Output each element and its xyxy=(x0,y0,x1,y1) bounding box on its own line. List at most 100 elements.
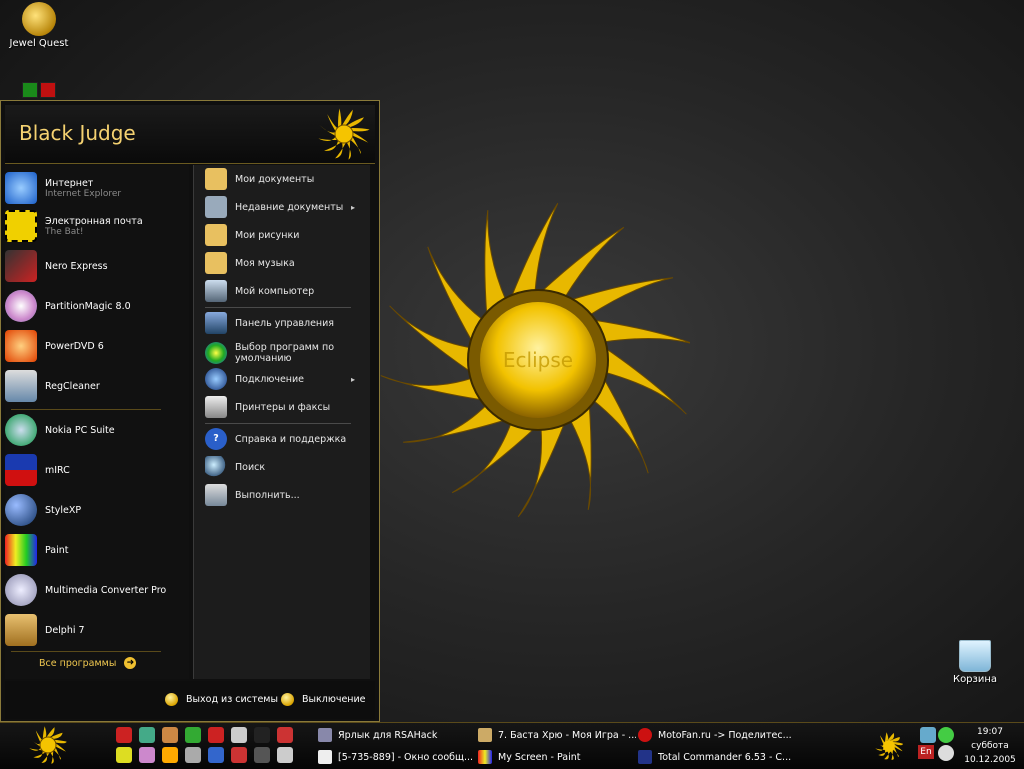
program-regcleaner[interactable]: RegCleaner xyxy=(5,367,181,405)
program-nero[interactable]: Nero Express xyxy=(5,247,181,285)
quick-launch-icon[interactable] xyxy=(254,727,270,743)
program-delphi[interactable]: Delphi 7 xyxy=(5,611,181,649)
quick-launch-icon[interactable] xyxy=(277,727,293,743)
place-default-programs[interactable]: Выбор программ по умолчанию xyxy=(205,339,365,367)
sun-ray xyxy=(884,751,891,760)
task-label: MotoFan.ru -> Поделитес... xyxy=(658,729,792,741)
sun-ray xyxy=(318,136,338,141)
start-menu: Black Judge Интернет Internet Explorer Э… xyxy=(0,100,380,722)
quick-launch-icon[interactable] xyxy=(116,727,132,743)
item-title: Nero Express xyxy=(45,260,108,272)
ie-icon xyxy=(5,172,37,204)
place-connect[interactable]: Подключение ▸ xyxy=(205,367,365,391)
sun-ray xyxy=(350,136,361,154)
program-stylexp[interactable]: StyleXP xyxy=(5,491,181,529)
tray-sync-icon[interactable] xyxy=(938,745,954,761)
place-my-music[interactable]: Моя музыка xyxy=(205,251,365,275)
quick-launch-icon[interactable] xyxy=(185,727,201,743)
place-label: Панель управления xyxy=(235,317,335,329)
sun-ray xyxy=(335,142,346,159)
place-control-panel[interactable]: Панель управления xyxy=(205,311,365,335)
quick-launch-icon[interactable] xyxy=(208,727,224,743)
desktop-shortcut-icon[interactable] xyxy=(22,82,56,98)
user-name: Black Judge xyxy=(19,121,136,145)
quick-launch-icon[interactable] xyxy=(139,727,155,743)
nokia-icon xyxy=(5,414,37,446)
folder-pictures-icon xyxy=(205,224,227,246)
printer-icon xyxy=(205,396,227,418)
help-icon: ? xyxy=(205,428,227,450)
recent-documents-icon xyxy=(205,196,227,218)
quick-launch-icon[interactable] xyxy=(162,727,178,743)
quick-launch-icon[interactable] xyxy=(277,747,293,763)
item-title: RegCleaner xyxy=(45,380,100,392)
place-my-pictures[interactable]: Мои рисунки xyxy=(205,223,365,247)
place-help[interactable]: ? Справка и поддержка xyxy=(205,427,365,451)
tray-icq-icon[interactable] xyxy=(938,727,954,743)
quick-launch-icon[interactable] xyxy=(231,727,247,743)
tray-network-icon[interactable] xyxy=(920,727,936,743)
sun-ray xyxy=(592,319,690,344)
item-title: Paint xyxy=(45,544,69,556)
program-multimedia-converter[interactable]: Multimedia Converter Pro xyxy=(5,571,181,609)
task-winamp[interactable]: 7. Баста Хрю - Моя Игра - ... xyxy=(478,725,636,745)
program-mirc[interactable]: mIRC xyxy=(5,451,181,489)
sun-ray xyxy=(327,114,338,132)
quick-launch-icon[interactable] xyxy=(231,747,247,763)
pinned-internet[interactable]: Интернет Internet Explorer xyxy=(5,169,181,207)
task-rsahack[interactable]: Ярлык для RSAHack xyxy=(318,725,476,745)
place-printers[interactable]: Принтеры и факсы xyxy=(205,395,365,419)
quick-launch-icon[interactable] xyxy=(208,747,224,763)
sun-ray xyxy=(352,132,369,143)
program-powerdvd[interactable]: PowerDVD 6 xyxy=(5,327,181,365)
sun-ray xyxy=(887,732,895,741)
logoff-label: Выход из системы xyxy=(186,694,278,705)
folder-documents-icon xyxy=(205,168,227,190)
logoff-button[interactable]: Выход из системы xyxy=(165,693,278,706)
quick-launch-icon[interactable] xyxy=(139,747,155,763)
language-indicator[interactable]: En xyxy=(918,745,934,759)
clock-time: 19:07 xyxy=(977,727,1003,737)
place-label: Моя музыка xyxy=(235,257,295,269)
place-run[interactable]: Выполнить... xyxy=(205,483,365,507)
place-my-computer[interactable]: Мой компьютер xyxy=(205,279,365,303)
desktop-icon-recycle-bin[interactable]: Корзина xyxy=(940,640,1010,685)
sun-logo-icon xyxy=(318,108,370,160)
place-my-documents[interactable]: Мои документы xyxy=(205,167,365,191)
place-recent-documents[interactable]: Недавние документы ▸ xyxy=(205,195,365,219)
program-partitionmagic[interactable]: PartitionMagic 8.0 xyxy=(5,287,181,325)
place-label: Мой компьютер xyxy=(235,285,315,297)
quick-launch-icon[interactable] xyxy=(162,747,178,763)
task-opera[interactable]: MotoFan.ru -> Поделитес... xyxy=(638,725,796,745)
quick-launch-icon[interactable] xyxy=(254,747,270,763)
sun-ray xyxy=(592,376,649,474)
quick-launch-icon[interactable] xyxy=(185,747,201,763)
sun-ray xyxy=(350,128,370,132)
clock-day: суббота xyxy=(971,741,1009,751)
sun-ray xyxy=(427,246,484,344)
task-icq[interactable]: [5-735-889] - Окно сообщ... xyxy=(318,747,476,767)
separator xyxy=(11,651,161,652)
sun-ray xyxy=(893,747,899,757)
tray-clock[interactable]: 19:07 суббота 10.12.2005 xyxy=(960,725,1020,767)
place-label: Справка и поддержка xyxy=(235,433,347,445)
shutdown-button[interactable]: Выключение xyxy=(281,693,366,706)
task-total-commander[interactable]: Total Commander 6.53 - C... xyxy=(638,747,796,767)
start-button[interactable] xyxy=(20,725,76,765)
desktop-icon-label: Корзина xyxy=(952,674,998,685)
pinned-email[interactable]: Электронная почта The Bat! xyxy=(5,207,181,245)
task-paint[interactable]: My Screen - Paint xyxy=(478,747,636,767)
powerdvd-icon xyxy=(5,330,37,362)
place-search[interactable]: Поиск xyxy=(205,455,365,479)
jewel-quest-icon xyxy=(22,2,56,36)
desktop-icon-jewel-quest[interactable]: Jewel Quest xyxy=(4,2,74,49)
program-paint[interactable]: Paint xyxy=(5,531,181,569)
quick-launch-icon[interactable] xyxy=(116,747,132,763)
all-programs-button[interactable]: Все программы ➜ xyxy=(39,657,137,669)
item-title: Multimedia Converter Pro xyxy=(45,584,167,596)
submenu-arrow-icon: ▸ xyxy=(350,202,355,212)
separator xyxy=(205,423,351,424)
item-title: PartitionMagic 8.0 xyxy=(45,300,131,312)
program-nokia[interactable]: Nokia PC Suite xyxy=(5,411,181,449)
paint-icon xyxy=(5,534,37,566)
